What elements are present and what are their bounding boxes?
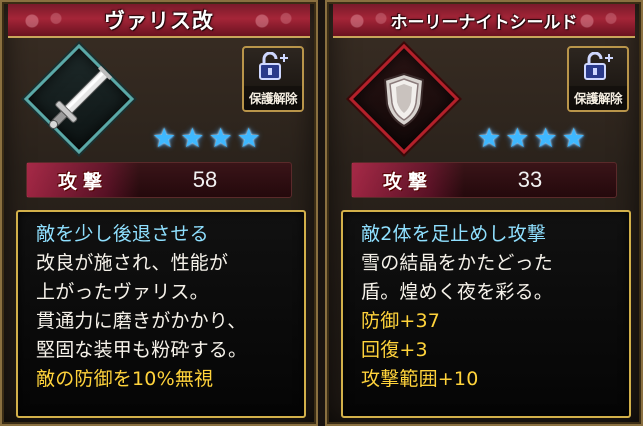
description-box: 敵を少し後退させる 改良が施され、性能が 上がったヴァリス。 貫通力に磨きがかか… [16,210,306,418]
flavor-line: 雪の結晶をかたどった [361,252,554,274]
unlock-icon [259,52,288,80]
protect-release-button[interactable]: 保護解除 [242,46,304,112]
star-icon: ★ [180,123,205,154]
flavor-line: 改良が施され、性能が [36,252,229,274]
bonus-line: 攻撃範囲+10 [361,368,479,390]
card-title-bar: ホーリーナイトシールド [333,4,635,38]
description-box: 敵2体を足止めし攻撃 雪の結晶をかたどった 盾。煌めく夜を彩る。 防御+37 回… [341,210,631,418]
bonus-line: 敵の防御を10%無視 [36,368,214,390]
bonus-line: 回復+3 [361,339,428,361]
unlock-icon [584,52,613,80]
stat-value: 33 [517,167,543,192]
item-name: ヴァリス改 [104,9,214,33]
star-icon: ★ [533,123,558,154]
shield-icon [383,72,425,128]
stat-label: 攻撃 [27,163,139,197]
star-icon: ★ [236,123,261,154]
flavor-line: 盾。煌めく夜を彩る。 [361,281,554,303]
item-card-varis[interactable]: ヴァリス改 保護解除 ★ ★ ★ ★ 攻撃 58 敵を少し後退させる 改良が施さ… [0,0,318,426]
sword-icon [49,65,113,129]
bonus-line: 防御+37 [361,310,441,332]
star-icon: ★ [561,123,586,154]
attack-stat: 攻撃 58 [26,162,292,198]
item-card-holy-knight-shield[interactable]: ホーリーナイトシールド 保護解除 ★ ★ ★ ★ 攻撃 33 敵2体を足止めし攻… [325,0,643,426]
attack-stat: 攻撃 33 [351,162,617,198]
protect-release-button[interactable]: 保護解除 [567,46,629,112]
stat-label: 攻撃 [352,163,464,197]
stat-value: 58 [192,167,218,192]
protect-release-label: 保護解除 [244,86,302,110]
skill-text: 敵を少し後退させる [36,223,209,245]
star-icon: ★ [208,123,233,154]
item-name: ホーリーナイトシールド [390,12,578,33]
protect-release-label: 保護解除 [569,86,627,110]
star-icon: ★ [505,123,530,154]
card-title-bar: ヴァリス改 [8,4,310,38]
rarity-stars: ★ ★ ★ ★ [477,123,586,154]
skill-text: 敵2体を足止めし攻撃 [361,223,547,245]
rarity-stars: ★ ★ ★ ★ [152,123,261,154]
star-icon: ★ [152,123,177,154]
flavor-line: 上がったヴァリス。 [36,281,209,303]
flavor-line: 貫通力に磨きがかかり、 [36,310,247,332]
star-icon: ★ [477,123,502,154]
flavor-line: 堅固な装甲も粉砕する。 [36,339,248,361]
